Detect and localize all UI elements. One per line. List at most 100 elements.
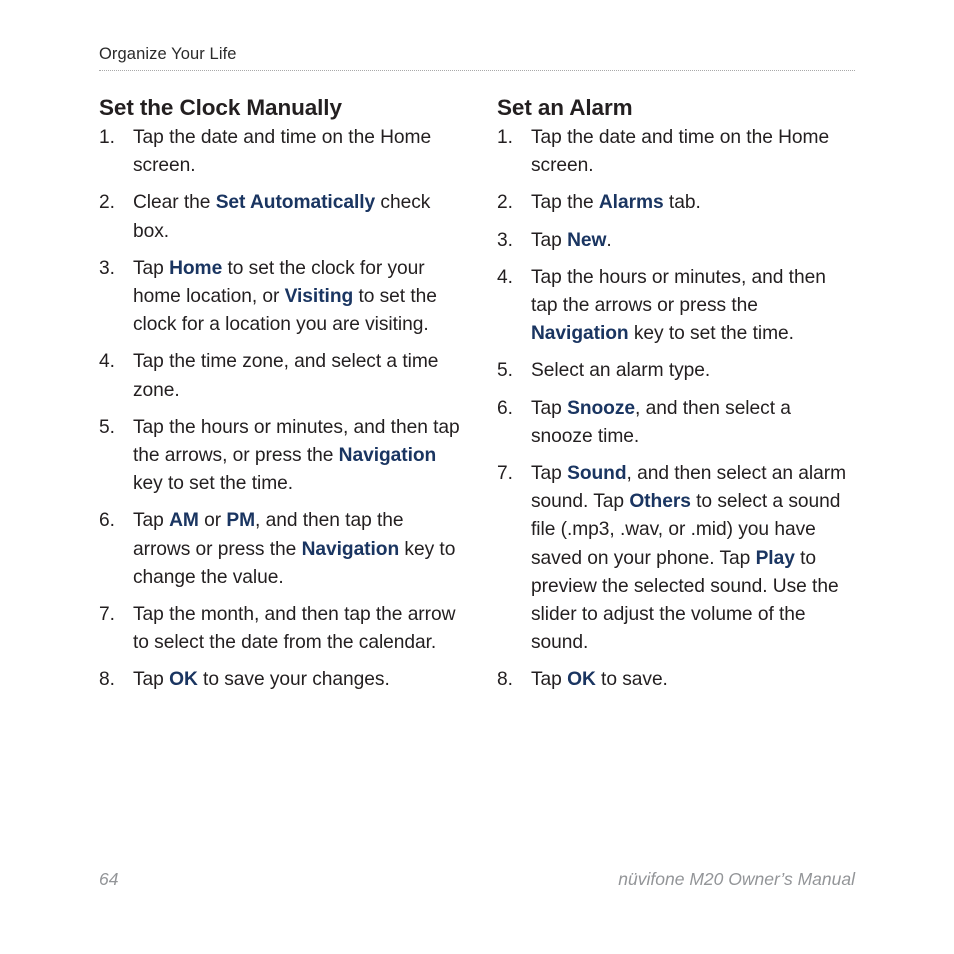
step-text-run: Tap xyxy=(133,510,170,532)
step-text: Tap OK to save. xyxy=(531,669,668,690)
page-number: 64 xyxy=(99,869,119,889)
step-text: Tap OK to save your changes. xyxy=(133,669,390,690)
step-number: 7. xyxy=(99,604,115,626)
step-item: 6. Tap AM or PM, and then tap the arrows … xyxy=(99,507,463,592)
step-text-run: Tap the xyxy=(531,192,599,214)
step-number: 1. xyxy=(497,127,513,148)
ui-term: OK xyxy=(169,669,198,691)
step-text: Tap the date and time on the Home screen… xyxy=(133,127,431,176)
step-number: 1. xyxy=(99,127,115,148)
ui-term: OK xyxy=(567,669,596,691)
step-number: 4. xyxy=(99,351,115,373)
step-number: 3. xyxy=(99,257,115,279)
step-number: 2. xyxy=(497,192,513,214)
step-text: Clear the Set Automatically check box. xyxy=(133,192,430,241)
step-item: 5. Select an alarm type. xyxy=(497,357,855,385)
running-header: Organize Your Life xyxy=(99,44,855,64)
manual-page: Organize Your Life Set the Clock Manuall… xyxy=(0,0,954,954)
section-heading-set-the-clock-manually: Set the Clock Manually xyxy=(99,95,342,120)
ui-term: Navigation xyxy=(531,323,629,345)
step-text-run: Clear the xyxy=(133,192,216,214)
step-text-run: or xyxy=(198,510,227,532)
ui-term: AM xyxy=(169,510,199,532)
ui-term: Snooze xyxy=(567,397,636,419)
step-text: Tap Snooze, and then select a snooze tim… xyxy=(531,398,791,447)
step-number: 6. xyxy=(99,510,115,532)
step-text: Select an alarm type. xyxy=(531,360,710,381)
step-item: 8. Tap OK to save your changes. xyxy=(99,666,463,694)
step-number: 8. xyxy=(497,669,513,691)
header-divider xyxy=(99,70,855,72)
step-number: 3. xyxy=(497,229,513,251)
step-number: 4. xyxy=(497,266,513,288)
step-text-run: Tap the date and time on the Home screen… xyxy=(133,127,432,177)
step-text-run: key to set the time. xyxy=(133,473,294,495)
step-number: 5. xyxy=(99,416,115,438)
step-text-run: to save. xyxy=(595,669,668,691)
step-text: Tap the hours or minutes, and then tap t… xyxy=(133,417,460,494)
step-text: Tap the hours or minutes, and then tap t… xyxy=(531,267,826,344)
manual-title: nüvifone M20 Owner’s Manual xyxy=(618,869,855,889)
step-number: 8. xyxy=(99,669,115,691)
ui-term: Play xyxy=(755,547,795,569)
step-text: Tap the time zone, and select a time zon… xyxy=(133,351,438,400)
page-body: Set the Clock Manually 1. Tap the date an… xyxy=(0,94,954,834)
step-number: 5. xyxy=(497,360,513,382)
ui-term: Sound xyxy=(567,463,627,485)
step-text: Tap the Alarms tab. xyxy=(531,192,701,213)
step-text-run: to save your changes. xyxy=(197,669,390,691)
ui-term: Navigation xyxy=(301,538,400,560)
step-text-run: Tap xyxy=(531,669,568,691)
step-item: 1. Tap the date and time on the Home scre… xyxy=(99,124,463,180)
step-item: 3. Tap Home to set the clock for your hom… xyxy=(99,255,463,340)
column-left: Set the Clock Manually 1. Tap the date an… xyxy=(99,94,463,695)
ui-term: Navigation xyxy=(338,445,437,467)
step-text-run: tab. xyxy=(663,192,701,214)
step-item: 7. Tap the month, and then tap the arrow … xyxy=(99,601,463,657)
ui-term: Home xyxy=(169,257,223,279)
step-item: 6. Tap Snooze, and then select a snooze t… xyxy=(497,395,855,451)
step-text-run: Tap the hours or minutes, and then tap t… xyxy=(531,266,826,317)
step-number: 2. xyxy=(99,192,115,214)
step-text-run: Tap the date and time on the Home screen… xyxy=(531,127,830,177)
section-heading-set-an-alarm: Set an Alarm xyxy=(497,95,633,120)
ui-term: Alarms xyxy=(598,192,664,214)
step-item: 8. Tap OK to save. xyxy=(497,666,855,694)
step-item: 4. Tap the time zone, and select a time z… xyxy=(99,348,463,404)
column-right: Set an Alarm 1. Tap the date and time on … xyxy=(497,94,855,695)
step-number: 7. xyxy=(497,463,513,485)
step-text: Tap Sound, and then select an alarm soun… xyxy=(531,463,846,653)
step-text-run: Tap xyxy=(531,463,568,485)
step-text: Tap the date and time on the Home screen… xyxy=(531,127,829,176)
step-text-run: Tap xyxy=(133,257,170,279)
step-text-run: key to set the time. xyxy=(628,323,794,345)
step-text: Tap AM or PM, and then tap the arrows or… xyxy=(133,510,455,587)
step-number: 6. xyxy=(497,397,513,419)
step-item: 1. Tap the date and time on the Home scre… xyxy=(497,124,855,180)
step-item: 5. Tap the hours or minutes, and then tap… xyxy=(99,414,463,499)
step-text-run: Tap the time zone, and select a time zon… xyxy=(133,351,439,401)
step-item: 7. Tap Sound, and then select an alarm so… xyxy=(497,460,855,657)
step-text-run: Tap the month, and then tap the arrow to… xyxy=(133,604,456,654)
ui-term: New xyxy=(567,229,607,251)
step-text-run: Select an alarm type. xyxy=(531,360,711,382)
running-header-title: Organize Your Life xyxy=(99,45,237,63)
ui-term: Others xyxy=(629,491,691,513)
step-text: Tap the month, and then tap the arrow to… xyxy=(133,604,455,653)
ui-term: Visiting xyxy=(284,286,354,308)
step-item: 4. Tap the hours or minutes, and then tap… xyxy=(497,264,855,349)
step-text: Tap Home to set the clock for your home … xyxy=(133,258,437,335)
step-text-run: Tap xyxy=(133,669,170,691)
step-item: 2. Clear the Set Automatically check box. xyxy=(99,189,463,245)
step-text: Tap New. xyxy=(531,230,612,251)
step-item: 3. Tap New. xyxy=(497,227,855,255)
ui-term: PM xyxy=(226,510,256,532)
step-item: 2. Tap the Alarms tab. xyxy=(497,189,855,217)
step-text-run: . xyxy=(606,229,612,251)
step-text-run: Tap xyxy=(531,397,568,419)
ui-term: Set Automatically xyxy=(215,192,376,214)
page-footer: 64 nüvifone M20 Owner’s Manual xyxy=(99,866,855,892)
steps-list-set-an-alarm: 1. Tap the date and time on the Home scre… xyxy=(497,124,855,695)
steps-list-set-the-clock-manually: 1. Tap the date and time on the Home scre… xyxy=(99,124,463,695)
step-text-run: Tap xyxy=(531,229,568,251)
